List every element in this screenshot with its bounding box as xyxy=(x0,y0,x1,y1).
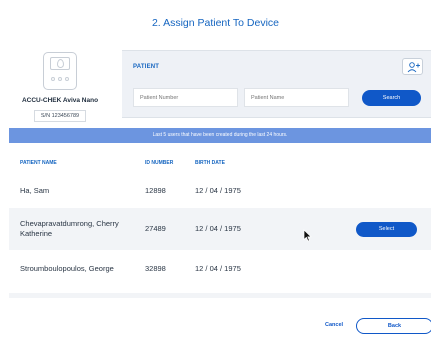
patient-panel-label: PATIENT xyxy=(133,64,160,70)
table-row[interactable]: Ha, Sam 12898 12 / 04 / 1975 xyxy=(9,172,431,208)
recent-users-banner: Last 5 users that have been created duri… xyxy=(9,128,431,143)
id-number-cell: 32898 xyxy=(145,264,166,273)
column-header-birth-date: BIRTH DATE xyxy=(195,160,225,166)
cancel-button[interactable]: Cancel xyxy=(325,322,343,328)
device-name: ACCU-CHEK Aviva Nano xyxy=(21,97,99,104)
table-row[interactable]: Stroumboulopoulos, George 32898 12 / 04 … xyxy=(9,250,431,288)
id-number-cell: 12898 xyxy=(145,186,166,195)
birth-date-cell: 12 / 04 / 1975 xyxy=(195,186,241,195)
patient-name-input[interactable] xyxy=(244,88,349,107)
birth-date-cell: 12 / 04 / 1975 xyxy=(195,224,241,233)
id-number-cell: 27489 xyxy=(145,224,166,233)
patient-number-input[interactable] xyxy=(133,88,238,107)
page-title: 2. Assign Patient To Device xyxy=(151,17,280,29)
column-header-patient-name: PATIENT NAME xyxy=(20,160,57,166)
device-card: ACCU-CHEK Aviva Nano S/N 123456789 xyxy=(4,52,116,122)
column-header-id-number: ID NUMBER xyxy=(145,160,174,166)
add-patient-button[interactable] xyxy=(402,58,423,75)
birth-date-cell: 12 / 04 / 1975 xyxy=(195,264,241,273)
patient-name-cell: Chevapravatdumrong, Cherry Katherine xyxy=(20,219,119,238)
add-person-icon xyxy=(407,62,420,73)
table-bottom-divider xyxy=(9,293,431,298)
select-patient-button[interactable]: Select xyxy=(356,222,417,237)
mouse-cursor-icon xyxy=(303,229,312,242)
glucose-meter-icon xyxy=(43,52,77,90)
table-header: PATIENT NAME ID NUMBER BIRTH DATE xyxy=(0,156,431,168)
device-serial-number: S/N 123456789 xyxy=(33,110,87,122)
table-row[interactable]: Chevapravatdumrong, Cherry Katherine 274… xyxy=(9,208,431,250)
search-button[interactable]: Search xyxy=(362,90,421,106)
patient-name-cell: Ha, Sam xyxy=(20,186,50,195)
back-button[interactable]: Back xyxy=(356,318,431,334)
patient-name-cell: Stroumboulopoulos, George xyxy=(20,264,114,273)
patient-search-panel: PATIENT Search xyxy=(122,50,431,118)
